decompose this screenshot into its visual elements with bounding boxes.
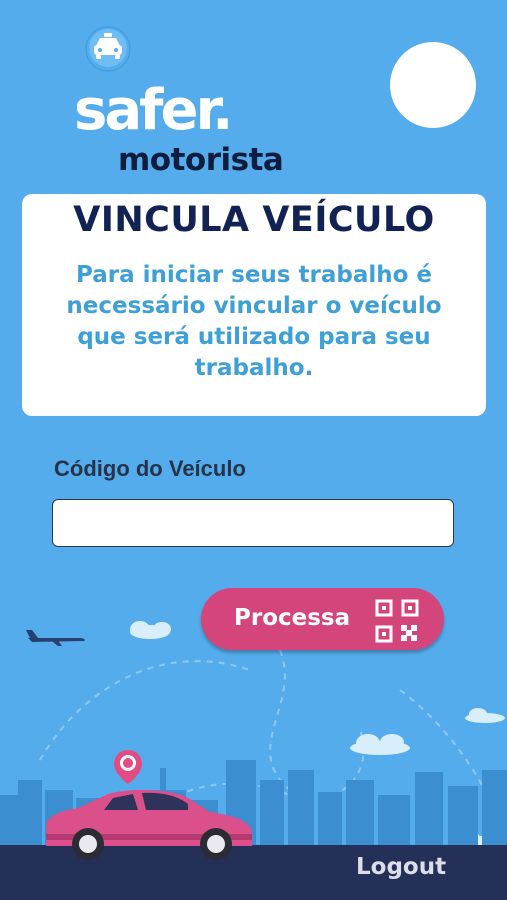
process-button[interactable]: Processa: [201, 588, 444, 650]
location-pin-icon: [114, 750, 142, 784]
info-card: VINCULA VEÍCULO Para iniciar seus trabal…: [22, 194, 486, 416]
airplane-icon: [26, 630, 85, 646]
logout-link[interactable]: Logout: [356, 854, 446, 880]
instruction-text: Para iniciar seus trabalho é necessário …: [66, 262, 442, 381]
vehicle-code-label: Código do Veículo: [54, 456, 246, 481]
page-title: VINCULA VEÍCULO: [73, 200, 435, 240]
car-icon: [46, 750, 252, 860]
process-button-label: Processa: [234, 605, 351, 631]
brand-logo: safer.: [74, 78, 233, 143]
qr-code-icon: [375, 599, 419, 643]
brand-subtitle: motorista: [118, 142, 284, 178]
avatar[interactable]: [390, 42, 476, 128]
vehicle-code-input[interactable]: [52, 499, 454, 547]
